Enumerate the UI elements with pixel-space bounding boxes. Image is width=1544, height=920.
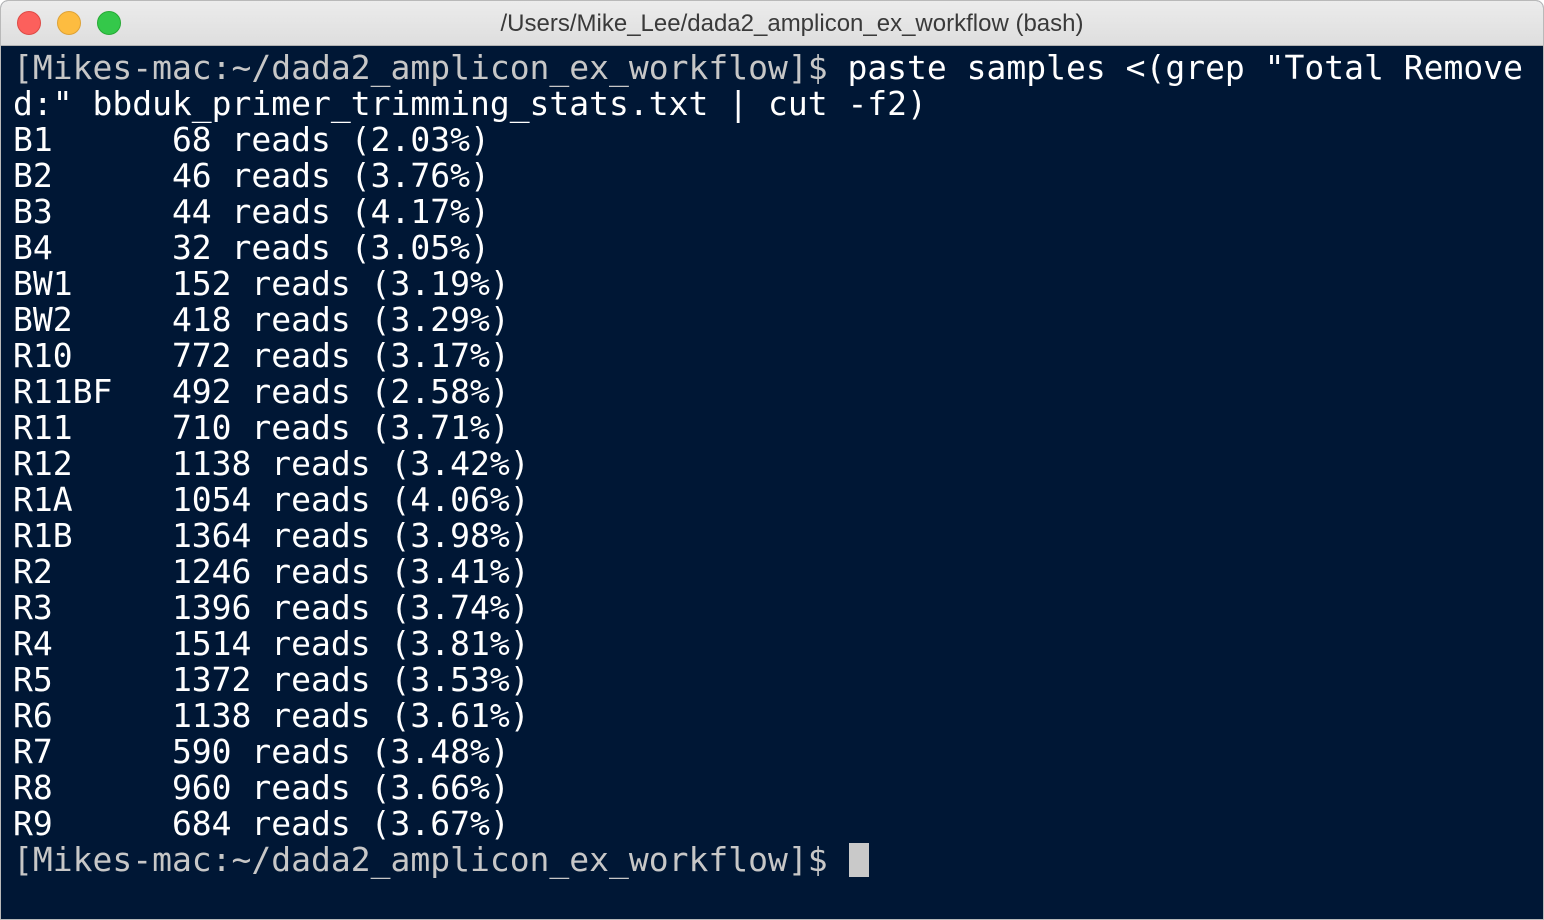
output-line: B2 46 reads (3.76%) [13, 156, 490, 195]
output-line: R11 710 reads (3.71%) [13, 408, 510, 447]
terminal-window: /Users/Mike_Lee/dada2_amplicon_ex_workfl… [0, 0, 1544, 920]
output-line: R11BF 492 reads (2.58%) [13, 372, 510, 411]
output-line: R6 1138 reads (3.61%) [13, 696, 530, 735]
output-line: R8 960 reads (3.66%) [13, 768, 510, 807]
output-line: R3 1396 reads (3.74%) [13, 588, 530, 627]
final-prompt-line: [Mikes-mac:~/dada2_amplicon_ex_workflow]… [13, 842, 1543, 878]
output-line: B3 44 reads (4.17%) [13, 192, 490, 231]
shell-prompt: [Mikes-mac:~/dada2_amplicon_ex_workflow]… [13, 840, 828, 879]
output-line: BW2 418 reads (3.29%) [13, 300, 510, 339]
text-cursor [849, 843, 870, 877]
output-line: R5 1372 reads (3.53%) [13, 660, 530, 699]
command-line-2: d:" bbduk_primer_trimming_stats.txt | cu… [13, 84, 927, 123]
output-line: B1 68 reads (2.03%) [13, 120, 490, 159]
output-line: R2 1246 reads (3.41%) [13, 552, 530, 591]
output-line: R7 590 reads (3.48%) [13, 732, 510, 771]
output-line: R1B 1364 reads (3.98%) [13, 516, 530, 555]
shell-prompt: [Mikes-mac:~/dada2_amplicon_ex_workflow]… [13, 48, 828, 87]
output-line: R9 684 reads (3.67%) [13, 804, 510, 843]
output-line: BW1 152 reads (3.19%) [13, 264, 510, 303]
title-bar[interactable]: /Users/Mike_Lee/dada2_amplicon_ex_workfl… [1, 1, 1543, 46]
output-line: B4 32 reads (3.05%) [13, 228, 490, 267]
output-line: R12 1138 reads (3.42%) [13, 444, 530, 483]
output-line: R4 1514 reads (3.81%) [13, 624, 530, 663]
window-title: /Users/Mike_Lee/dada2_amplicon_ex_workfl… [500, 10, 1084, 37]
output-line: R10 772 reads (3.17%) [13, 336, 510, 375]
command-text: paste samples <(grep "Total Remove [827, 48, 1523, 87]
output-line: R1A 1054 reads (4.06%) [13, 480, 530, 519]
command-line-1: [Mikes-mac:~/dada2_amplicon_ex_workflow]… [13, 50, 1543, 86]
terminal-content[interactable]: [Mikes-mac:~/dada2_amplicon_ex_workflow]… [1, 46, 1543, 919]
